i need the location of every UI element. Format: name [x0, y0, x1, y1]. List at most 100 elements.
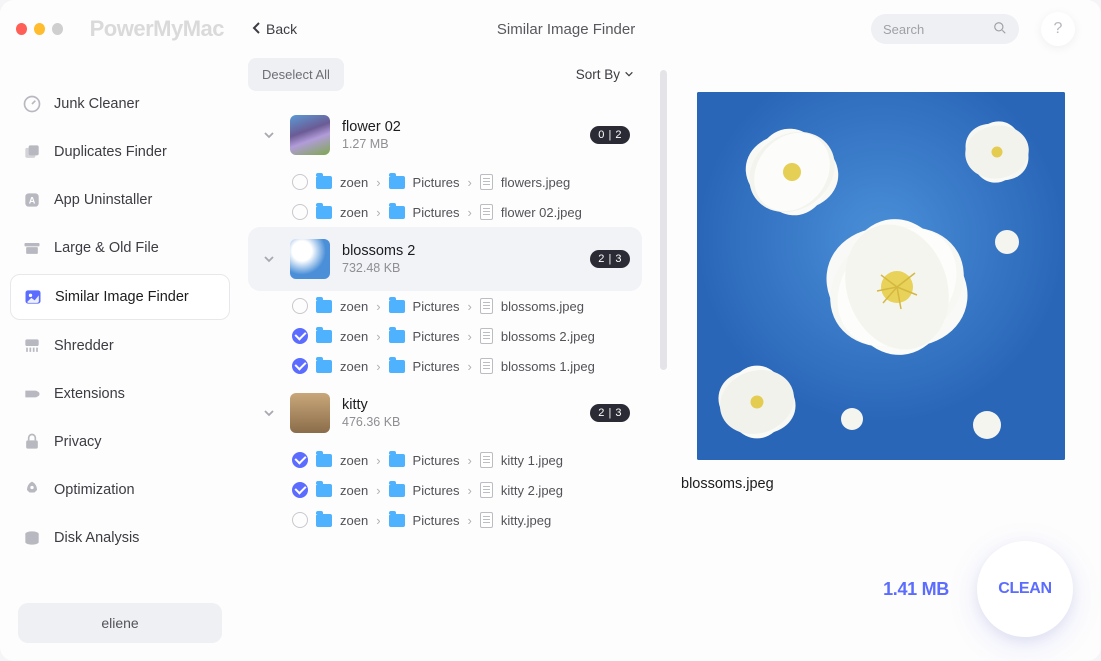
path-segment: Pictures: [413, 453, 460, 468]
path-segment: zoen: [340, 453, 368, 468]
file-row[interactable]: zoen›Pictures› kitty 2.jpeg: [248, 475, 642, 505]
chevron-down-icon: [260, 253, 278, 265]
sidebar-item-duplicates-finder[interactable]: Duplicates Finder: [10, 130, 230, 174]
user-account-button[interactable]: eliene: [18, 603, 222, 643]
chevron-down-icon: [624, 67, 634, 82]
svg-text:A: A: [29, 195, 36, 205]
folder-icon: [316, 484, 332, 497]
path-separator: ›: [468, 175, 472, 190]
sidebar-item-optimization[interactable]: Optimization: [10, 468, 230, 512]
file-row[interactable]: zoen›Pictures› kitty 1.jpeg: [248, 445, 642, 475]
lock-icon: [22, 432, 42, 452]
chevron-left-icon: [252, 21, 262, 38]
app-window: PowerMyMac Junk Cleaner Duplicates Finde…: [0, 0, 1101, 661]
file-checkbox[interactable]: [292, 298, 308, 314]
file-checkbox[interactable]: [292, 174, 308, 190]
file-icon: [480, 512, 493, 528]
sidebar-item-label: App Uninstaller: [54, 192, 152, 208]
sidebar-item-disk-analysis[interactable]: Disk Analysis: [10, 516, 230, 560]
zoom-window-button[interactable]: [52, 23, 63, 35]
file-icon: [480, 204, 493, 220]
topbar: Back Similar Image Finder Search ?: [240, 0, 1095, 58]
folder-icon: [389, 300, 405, 313]
sidebar-item-similar-image-finder[interactable]: Similar Image Finder: [10, 274, 230, 320]
path-segment: Pictures: [413, 205, 460, 220]
path-separator: ›: [468, 359, 472, 374]
folder-icon: [389, 176, 405, 189]
path-segment: Pictures: [413, 359, 460, 374]
path-segment: Pictures: [413, 175, 460, 190]
sidebar-item-junk-cleaner[interactable]: Junk Cleaner: [10, 82, 230, 126]
duplicates-icon: [22, 142, 42, 162]
folder-icon: [316, 176, 332, 189]
path-separator: ›: [376, 299, 380, 314]
rocket-icon: [22, 480, 42, 500]
sidebar-item-label: Large & Old File: [54, 240, 159, 256]
image-icon: [23, 287, 43, 307]
sidebar-item-label: Shredder: [54, 338, 114, 354]
file-row[interactable]: zoen›Pictures› kitty.jpeg: [248, 505, 642, 535]
sidebar-item-privacy[interactable]: Privacy: [10, 420, 230, 464]
path-segment: zoen: [340, 359, 368, 374]
scrollbar[interactable]: [660, 70, 667, 635]
file-name: flowers.jpeg: [501, 175, 570, 190]
file-row[interactable]: zoen›Pictures› flower 02.jpeg: [248, 197, 642, 227]
list-toolbar: Deselect All Sort By: [248, 58, 648, 103]
group-size: 1.27 MB: [342, 137, 578, 151]
footer: 1.41 MB CLEAN: [883, 541, 1073, 637]
file-checkbox[interactable]: [292, 204, 308, 220]
path-segment: zoen: [340, 483, 368, 498]
sort-by-dropdown[interactable]: Sort By: [576, 67, 634, 82]
file-row[interactable]: zoen›Pictures› blossoms.jpeg: [248, 291, 642, 321]
group-header[interactable]: flower 02 1.27 MB 0 | 2: [248, 103, 642, 167]
path-segment: zoen: [340, 329, 368, 344]
path-segment: zoen: [340, 299, 368, 314]
close-window-button[interactable]: [16, 23, 27, 35]
minimize-window-button[interactable]: [34, 23, 45, 35]
file-name: flower 02.jpeg: [501, 205, 582, 220]
folder-icon: [389, 484, 405, 497]
path-separator: ›: [376, 329, 380, 344]
sidebar-item-shredder[interactable]: Shredder: [10, 324, 230, 368]
clean-label: CLEAN: [998, 580, 1052, 598]
disk-icon: [22, 528, 42, 548]
group-info: flower 02 1.27 MB: [342, 119, 578, 151]
group-thumbnail: [290, 393, 330, 433]
file-row[interactable]: zoen›Pictures› flowers.jpeg: [248, 167, 642, 197]
scrollbar-thumb[interactable]: [660, 70, 667, 370]
path-separator: ›: [376, 453, 380, 468]
sidebar-item-label: Duplicates Finder: [54, 144, 167, 160]
path-separator: ›: [376, 483, 380, 498]
file-row[interactable]: zoen›Pictures› blossoms 1.jpeg: [248, 351, 642, 381]
search-input[interactable]: Search: [871, 14, 1019, 44]
sidebar-item-app-uninstaller[interactable]: A App Uninstaller: [10, 178, 230, 222]
path-separator: ›: [376, 205, 380, 220]
folder-icon: [316, 330, 332, 343]
help-button[interactable]: ?: [1041, 12, 1075, 46]
group-thumbnail: [290, 239, 330, 279]
file-checkbox[interactable]: [292, 482, 308, 498]
sidebar-item-large-old-file[interactable]: Large & Old File: [10, 226, 230, 270]
clean-button[interactable]: CLEAN: [977, 541, 1073, 637]
path-separator: ›: [468, 483, 472, 498]
preview-image: [697, 92, 1065, 460]
path-separator: ›: [468, 299, 472, 314]
path-separator: ›: [376, 175, 380, 190]
file-name: kitty 2.jpeg: [501, 483, 563, 498]
group-header[interactable]: kitty 476.36 KB 2 | 3: [248, 381, 642, 445]
group-header[interactable]: blossoms 2 732.48 KB 2 | 3: [248, 227, 642, 291]
folder-icon: [316, 360, 332, 373]
sidebar-item-label: Junk Cleaner: [54, 96, 139, 112]
sidebar: PowerMyMac Junk Cleaner Duplicates Finde…: [0, 0, 240, 661]
file-checkbox[interactable]: [292, 452, 308, 468]
deselect-all-button[interactable]: Deselect All: [248, 58, 344, 91]
sidebar-item-extensions[interactable]: Extensions: [10, 372, 230, 416]
file-checkbox[interactable]: [292, 358, 308, 374]
file-row[interactable]: zoen›Pictures› blossoms 2.jpeg: [248, 321, 642, 351]
file-name: kitty 1.jpeg: [501, 453, 563, 468]
group-size: 732.48 KB: [342, 261, 578, 275]
sidebar-nav: Junk Cleaner Duplicates Finder A App Uni…: [10, 82, 230, 560]
file-checkbox[interactable]: [292, 512, 308, 528]
path-segment: zoen: [340, 205, 368, 220]
file-checkbox[interactable]: [292, 328, 308, 344]
